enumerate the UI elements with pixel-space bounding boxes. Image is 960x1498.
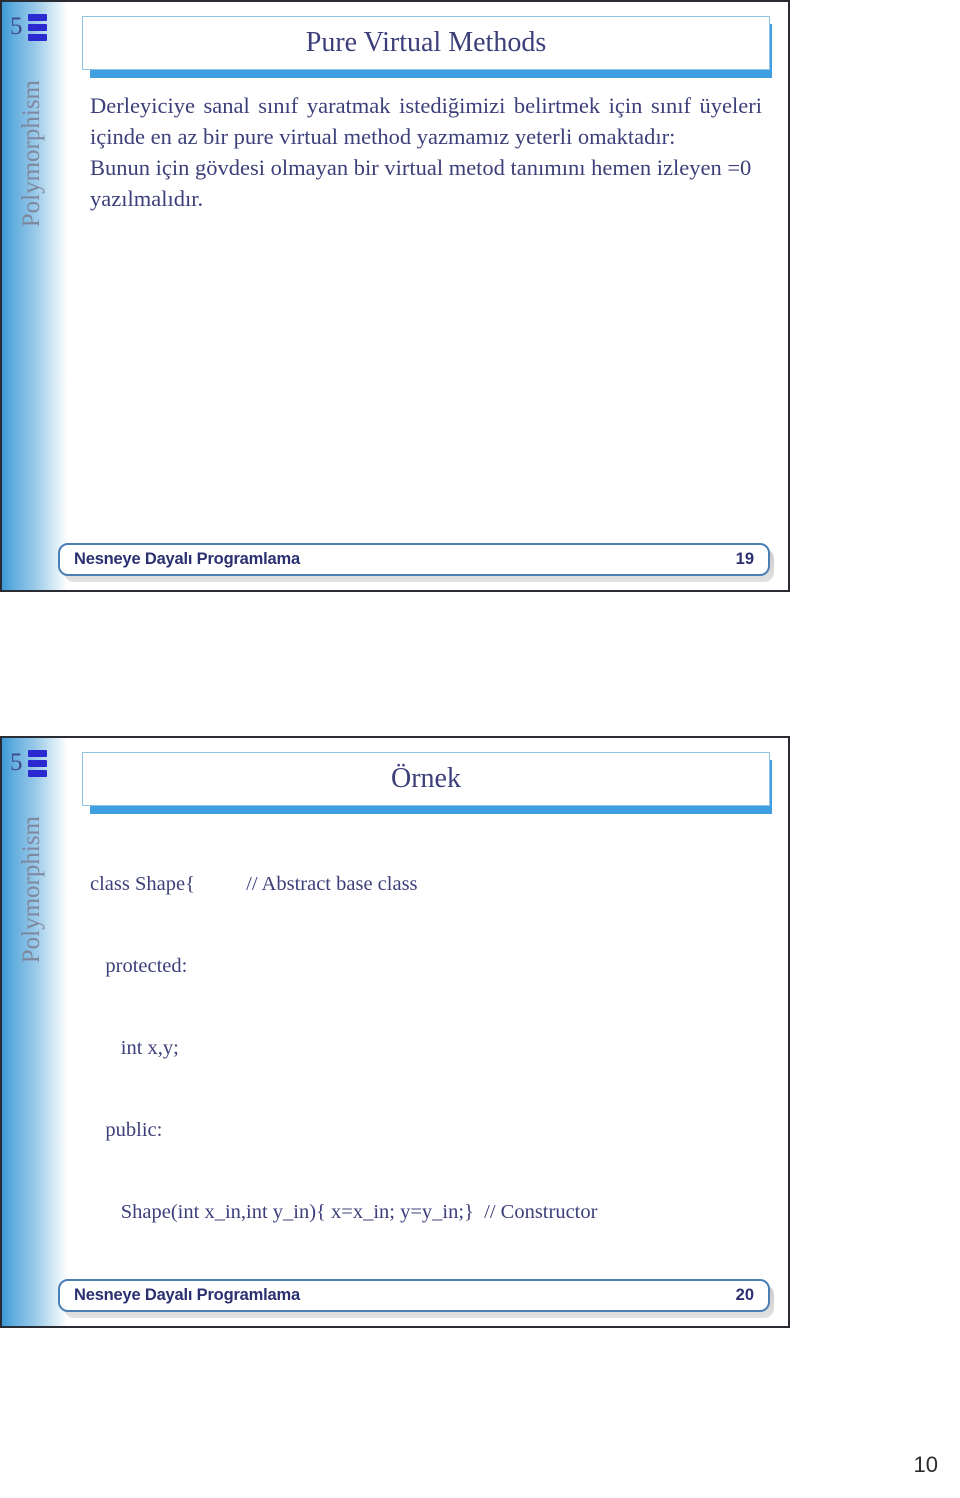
- slide-2-title-box: Örnek: [82, 752, 770, 806]
- slide-2-sidebar: 5 Polymorphism: [2, 738, 68, 1326]
- slide-2-sidebar-label: Polymorphism: [18, 816, 45, 964]
- page-number: 10: [913, 1452, 938, 1477]
- slide-2-code-listing: class Shape{ // Abstract base class prot…: [90, 816, 780, 1326]
- slide-1-sidebar-header: 5: [10, 12, 47, 41]
- stacked-bars-icon: [27, 750, 47, 777]
- slide-2-chapter-number: 5: [10, 749, 23, 776]
- slide-1-footer-number: 19: [735, 550, 754, 568]
- slide-1-paragraph-1: Derleyiciye sanal sınıf yaratmak istediğ…: [90, 93, 762, 150]
- slide-2-title-bar: Örnek: [82, 752, 772, 814]
- slide-2-sidebar-header: 5: [10, 748, 47, 777]
- slide-2-footer-title: Nesneye Dayalı Programlama: [74, 1286, 300, 1304]
- slide-1-footer-box: Nesneye Dayalı Programlama 19: [58, 543, 770, 576]
- slide-2-footer-number: 20: [735, 1286, 754, 1304]
- slide-1-sidebar-label-wrap: Polymorphism: [2, 80, 68, 232]
- slide-1: 5 Polymorphism Pure Virtual Methods Derl…: [0, 0, 790, 592]
- slide-1-title-bar: Pure Virtual Methods: [82, 16, 772, 78]
- slide-2-title: Örnek: [391, 762, 461, 794]
- code-line: public:: [90, 1118, 163, 1141]
- slide-1-sidebar-label: Polymorphism: [18, 80, 45, 228]
- code-line: Shape(int x_in,int y_in){ x=x_in; y=y_in…: [90, 1201, 598, 1224]
- code-line: int x,y;: [90, 1036, 179, 1059]
- handout-page: 5 Polymorphism Pure Virtual Methods Derl…: [0, 0, 960, 1498]
- slide-1-footer: Nesneye Dayalı Programlama 19: [58, 543, 774, 582]
- stacked-bars-icon: [27, 14, 47, 41]
- slide-2-sidebar-label-wrap: Polymorphism: [2, 816, 68, 968]
- slide-2-footer: Nesneye Dayalı Programlama 20: [58, 1279, 774, 1318]
- slide-1-title: Pure Virtual Methods: [305, 26, 547, 58]
- slide-1-footer-title: Nesneye Dayalı Programlama: [74, 550, 300, 568]
- slide-2-footer-box: Nesneye Dayalı Programlama 20: [58, 1279, 770, 1312]
- code-line: class Shape{ // Abstract base class: [90, 872, 418, 895]
- code-line: protected:: [90, 954, 188, 977]
- slide-1-chapter-number: 5: [10, 13, 23, 40]
- slide-1-body: Derleyiciye sanal sınıf yaratmak istediğ…: [90, 90, 762, 214]
- slide-2: 5 Polymorphism Örnek class Shape{ // Abs…: [0, 736, 790, 1328]
- slide-1-sidebar: 5 Polymorphism: [2, 2, 68, 590]
- slide-1-title-box: Pure Virtual Methods: [82, 16, 770, 70]
- slide-1-paragraph-2: Bunun için gövdesi olmayan bir virtual m…: [90, 155, 752, 212]
